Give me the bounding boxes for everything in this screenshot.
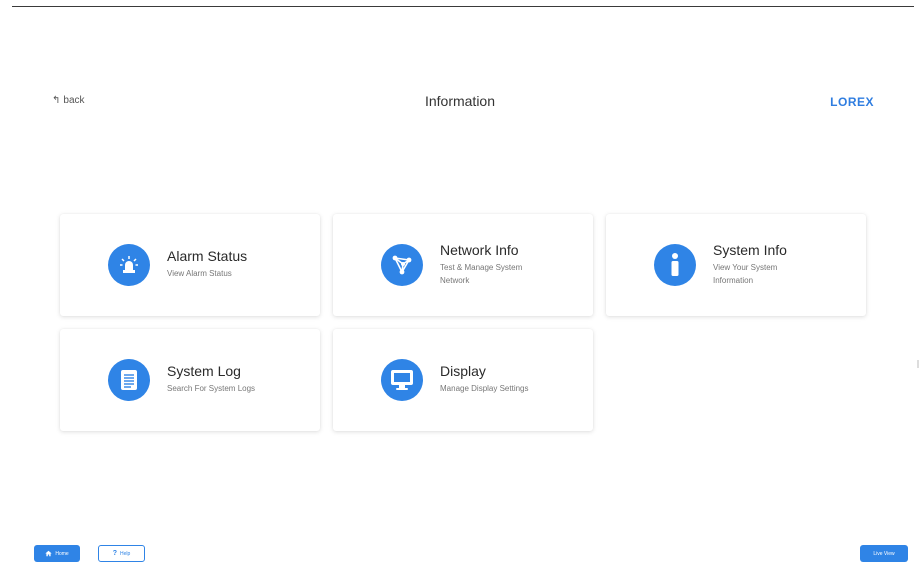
card-title: Alarm Status	[167, 248, 248, 264]
card-system-log[interactable]: System Log Search For System Logs	[60, 329, 320, 431]
card-title: System Info	[713, 241, 787, 258]
info-icon	[654, 244, 696, 286]
top-divider	[12, 6, 914, 7]
help-button[interactable]: ? Help	[98, 545, 145, 562]
document-icon	[108, 359, 150, 401]
live-view-button[interactable]: Live View	[860, 545, 908, 562]
scrollbar[interactable]	[917, 360, 919, 368]
card-subtitle: View Your System Information	[713, 262, 778, 285]
help-label: Help	[119, 550, 131, 557]
card-subtitle: Manage Display Settings	[440, 384, 529, 393]
help-icon: ?	[112, 550, 117, 557]
card-title: Network Info	[440, 241, 519, 258]
page-title: Information	[424, 93, 496, 109]
card-subtitle: View Alarm Status	[167, 269, 232, 278]
home-icon	[45, 550, 52, 557]
lorex-logo: LOREX	[830, 95, 874, 109]
card-subtitle: Test & Manage System Network	[440, 262, 523, 285]
monitor-icon	[381, 359, 423, 401]
card-subtitle: Search For System Logs	[167, 384, 256, 393]
network-icon	[381, 244, 423, 286]
home-label: Home	[55, 550, 69, 557]
card-alarm-status[interactable]: Alarm Status View Alarm Status	[60, 214, 320, 316]
card-title: Display	[440, 363, 486, 379]
home-button[interactable]: Home	[34, 545, 80, 562]
card-system-info[interactable]: System Info View Your System Information	[606, 214, 866, 316]
live-view-label: Live View	[873, 550, 895, 557]
card-display[interactable]: Display Manage Display Settings	[333, 329, 593, 431]
alarm-siren-icon	[108, 244, 150, 286]
card-network-info[interactable]: Network Info Test & Manage System Networ…	[333, 214, 593, 316]
card-title: System Log	[167, 363, 241, 379]
information-page: ↰ back Information LOREX Alarm Status Vi…	[0, 0, 920, 573]
